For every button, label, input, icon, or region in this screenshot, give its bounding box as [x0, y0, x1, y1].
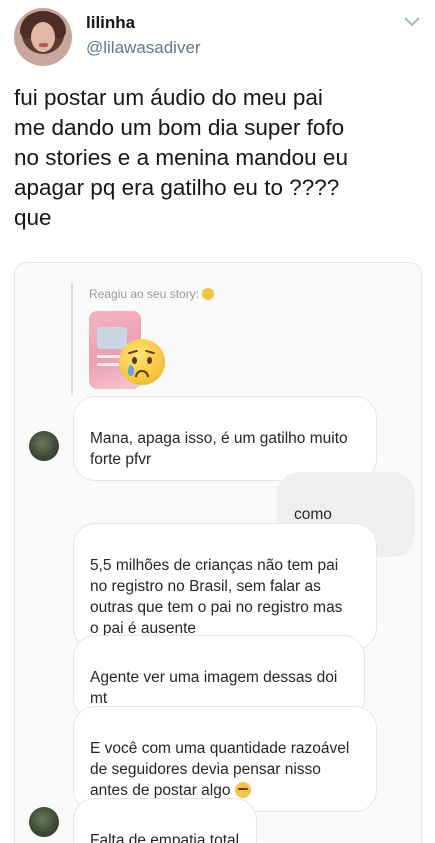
message-bubble: 5,5 milhões de crianças não tem pai no r… [73, 523, 377, 650]
user-avatar[interactable] [14, 8, 72, 66]
message-text: E você com uma quantidade razoável de se… [90, 740, 350, 799]
crying-face-icon [119, 339, 165, 385]
grimacing-emoji-icon [234, 782, 251, 798]
sender-avatar [29, 807, 59, 837]
user-handle[interactable]: @lilawasadiver [86, 38, 201, 58]
tweet-header: lilinha @lilawasadiver [14, 8, 424, 68]
message-text: Agente ver uma imagem dessas doi mt [90, 669, 338, 707]
sender-avatar [29, 431, 59, 461]
message-bubble: Falta de empatia total [73, 798, 257, 843]
message-text: 5,5 milhões de crianças não tem pai no r… [90, 557, 343, 637]
sad-emoji-icon [202, 288, 215, 300]
tweet-text: fui postar um áudio do meu pai me dando … [14, 85, 348, 230]
message-bubble: E você com uma quantidade razoável de se… [73, 706, 377, 812]
display-name[interactable]: lilinha [86, 13, 135, 33]
message-text: Mana, apaga isso, é um gatilho muito for… [90, 430, 348, 468]
message-bubble: Mana, apaga isso, é um gatilho muito for… [73, 396, 377, 481]
reacted-label-text: Reagiu ao seu story: [89, 287, 200, 301]
tweet-media-image[interactable]: Reagiu ao seu story: Mana, apaga isso, é… [14, 262, 422, 843]
message-text: Falta de empatia total [90, 832, 240, 843]
reply-line [71, 283, 73, 395]
chevron-down-icon[interactable] [402, 14, 422, 30]
reacted-label: Reagiu ao seu story: [89, 287, 215, 301]
